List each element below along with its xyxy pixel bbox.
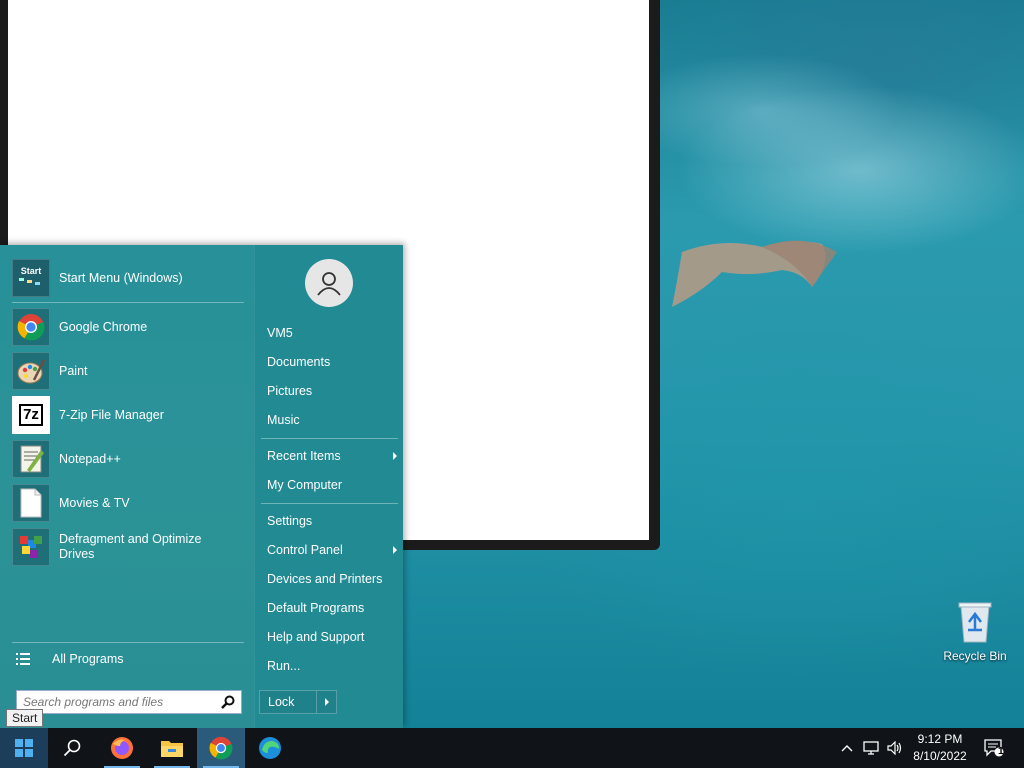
start-menu: Start Start Menu (Windows) Google Chrome xyxy=(0,245,403,728)
paint-icon xyxy=(12,352,50,390)
recent-items-label: Recent Items xyxy=(267,449,341,463)
user-icon xyxy=(317,272,341,296)
taskbar-chrome[interactable] xyxy=(197,728,245,768)
program-label: Movies & TV xyxy=(59,495,130,510)
place-run[interactable]: Run... xyxy=(267,655,397,677)
taskbar-edge[interactable] xyxy=(246,728,294,768)
notepadpp-icon xyxy=(12,440,50,478)
search-input[interactable] xyxy=(23,692,213,712)
program-label: Google Chrome xyxy=(59,319,148,334)
tray-volume[interactable] xyxy=(884,728,906,768)
program-notepadpp[interactable]: Notepad++ xyxy=(12,438,244,480)
defrag-icon xyxy=(12,528,50,566)
chevron-right-icon xyxy=(393,546,397,554)
chrome-icon xyxy=(12,308,50,346)
search-icon xyxy=(63,739,81,757)
action-center-button[interactable]: 1 xyxy=(978,728,1010,768)
volume-icon xyxy=(887,741,902,755)
taskbar-file-explorer[interactable] xyxy=(148,728,196,768)
taskbar-search-button[interactable] xyxy=(48,728,96,768)
list-icon xyxy=(16,653,30,665)
program-google-chrome[interactable]: Google Chrome xyxy=(12,306,244,348)
start-tooltip: Start xyxy=(6,709,44,727)
recycle-bin-icon xyxy=(958,602,992,643)
diver-image xyxy=(672,240,837,307)
all-programs-label: All Programs xyxy=(52,652,124,666)
start-menu-programs-pane: Start Start Menu (Windows) Google Chrome xyxy=(0,245,254,728)
tray-overflow-button[interactable] xyxy=(836,728,858,768)
7zip-icon-text: 7z xyxy=(19,404,43,426)
place-recent-items[interactable]: Recent Items xyxy=(267,445,397,467)
place-user[interactable]: VM5 xyxy=(267,322,397,344)
program-paint[interactable]: Paint xyxy=(12,350,244,392)
chevron-up-icon xyxy=(841,745,853,752)
firefox-icon xyxy=(111,737,133,759)
file-explorer-icon xyxy=(161,741,183,757)
program-start-menu-windows[interactable]: Start Start Menu (Windows) xyxy=(12,257,244,299)
program-label: Start Menu (Windows) xyxy=(59,270,183,285)
program-label: 7-Zip File Manager xyxy=(59,407,164,422)
place-control-panel[interactable]: Control Panel xyxy=(267,539,397,561)
start-menu-places-pane: VM5 Documents Pictures Music Recent Item… xyxy=(254,245,403,728)
program-movies-tv[interactable]: Movies & TV xyxy=(12,482,244,524)
taskbar-firefox[interactable] xyxy=(98,728,146,768)
place-my-computer[interactable]: My Computer xyxy=(267,474,397,496)
place-documents[interactable]: Documents xyxy=(267,351,397,373)
place-music[interactable]: Music xyxy=(267,409,397,431)
recycle-bin[interactable]: Recycle Bin xyxy=(938,600,1012,670)
program-label: Defragment and Optimize Drives xyxy=(59,532,202,561)
lock-options-button[interactable] xyxy=(316,691,337,713)
taskbar-clock[interactable]: 9:12 PM 8/10/2022 xyxy=(908,731,972,765)
programs-separator xyxy=(12,302,244,303)
start-icon xyxy=(15,739,33,757)
network-icon xyxy=(863,741,879,755)
lock-label: Lock xyxy=(268,695,295,709)
place-pictures[interactable]: Pictures xyxy=(267,380,397,402)
lock-button[interactable]: Lock xyxy=(259,690,337,714)
control-panel-label: Control Panel xyxy=(267,543,343,557)
tray-network[interactable] xyxy=(860,728,882,768)
start-menu-icon: Start xyxy=(12,259,50,297)
7zip-icon: 7z xyxy=(12,396,50,434)
place-default-programs[interactable]: Default Programs xyxy=(267,597,397,619)
search-box xyxy=(16,690,242,714)
recycle-bin-label: Recycle Bin xyxy=(943,649,1007,663)
program-label: Paint xyxy=(59,363,88,378)
document-icon xyxy=(12,484,50,522)
search-icon[interactable] xyxy=(221,695,235,709)
all-programs-separator xyxy=(12,642,244,643)
program-defragment[interactable]: Defragment and Optimize Drives xyxy=(12,526,244,568)
start-button[interactable] xyxy=(0,728,48,768)
places-separator xyxy=(261,438,398,439)
user-avatar[interactable] xyxy=(305,259,353,307)
start-menu-icon-text: Start xyxy=(20,266,42,276)
chevron-right-icon xyxy=(393,452,397,460)
program-label: Notepad++ xyxy=(59,451,121,466)
program-7zip[interactable]: 7z 7-Zip File Manager xyxy=(12,394,244,436)
places-separator xyxy=(261,503,398,504)
taskbar: 9:12 PM 8/10/2022 1 xyxy=(0,728,1024,768)
clock-date: 8/10/2022 xyxy=(913,749,967,763)
place-help-support[interactable]: Help and Support xyxy=(267,626,397,648)
chrome-icon xyxy=(209,736,233,760)
chevron-right-icon xyxy=(325,698,329,706)
all-programs-button[interactable]: All Programs xyxy=(16,645,244,673)
notification-count: 1 xyxy=(998,746,1004,757)
place-devices-printers[interactable]: Devices and Printers xyxy=(267,568,397,590)
place-settings[interactable]: Settings xyxy=(267,510,397,532)
clock-time: 9:12 PM xyxy=(917,732,963,746)
edge-icon xyxy=(259,737,281,759)
